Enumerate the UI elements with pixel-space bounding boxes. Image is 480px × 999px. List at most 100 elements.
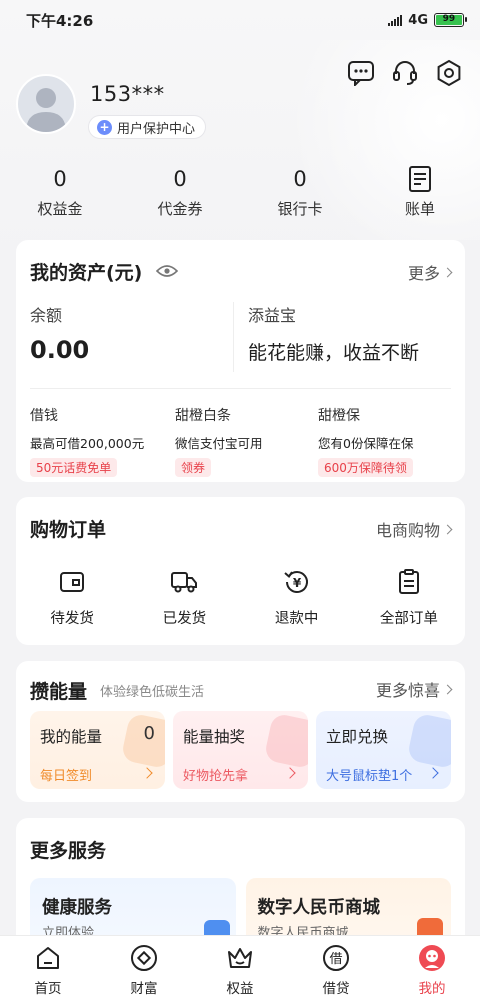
nav-wealth[interactable]: 财富 <box>96 936 192 999</box>
divider <box>30 388 451 389</box>
loan-icon: 借 <box>322 944 350 972</box>
loan-desc: 最高可借200,000元 <box>30 436 145 451</box>
status-time: 下午4:26 <box>26 11 94 30</box>
battery-level: 99 <box>436 15 462 25</box>
ecard-title: 立即兑换 <box>326 728 389 746</box>
signal-icon <box>388 14 403 26</box>
customer-service-icon[interactable] <box>390 58 420 88</box>
nav-mine[interactable]: 我的 <box>384 936 480 999</box>
loan-borrow[interactable]: 借钱 最高可借200,000元 50元话费免单 <box>30 405 163 477</box>
asset-row: 余额 0.00 添益宝 能花能赚，收益不断 <box>30 302 451 372</box>
tianyibao-desc: 能花能赚，收益不断 <box>248 342 420 364</box>
avatar[interactable] <box>16 74 76 134</box>
assets-title: 我的资产(元) <box>30 262 143 284</box>
nav-benefits[interactable]: 权益 <box>192 936 288 999</box>
nav-loan[interactable]: 借 借贷 <box>288 936 384 999</box>
nav-label: 权益 <box>226 981 254 997</box>
redeem-decoration <box>406 712 451 770</box>
truck-icon <box>128 567 240 597</box>
loan-insurance[interactable]: 甜橙保 您有0份保障在保 600万保障待领 <box>308 405 451 477</box>
chevron-right-icon <box>442 524 453 534</box>
order-label: 待发货 <box>50 611 94 627</box>
crown-icon <box>226 944 254 972</box>
energy-more-link[interactable]: 更多惊喜 <box>376 677 453 701</box>
loan-title: 借钱 <box>30 408 58 424</box>
loan-title: 甜橙白条 <box>175 408 231 424</box>
services-title: 更多服务 <box>30 840 107 862</box>
balance-value: 0.00 <box>30 336 90 364</box>
loan-tag: 领券 <box>175 458 212 477</box>
ecommerce-link[interactable]: 电商购物 <box>375 517 453 541</box>
balance-block[interactable]: 余额 0.00 <box>30 302 233 372</box>
refund-icon: ¥ <box>241 567 353 597</box>
eye-icon[interactable] <box>156 261 179 283</box>
shield-icon: + <box>97 119 112 135</box>
status-bar: 下午4:26 4G 99 <box>0 0 480 40</box>
loan-baitiao[interactable]: 甜橙白条 微信支付宝可用 领券 <box>163 405 308 477</box>
message-icon[interactable] <box>346 58 376 88</box>
order-refunding[interactable]: ¥ 退款中 <box>241 567 353 628</box>
svg-text:借: 借 <box>329 952 342 967</box>
orders-more-label: 电商购物 <box>375 521 440 540</box>
summary-vouchers[interactable]: 0 代金券 <box>120 164 240 219</box>
user-protection-center-button[interactable]: + 用户保护中心 <box>88 115 207 139</box>
battery-icon: 99 <box>434 13 467 27</box>
nav-home[interactable]: 首页 <box>0 936 96 999</box>
summary-benefit-gold[interactable]: 0 权益金 <box>0 164 120 219</box>
order-label: 已发货 <box>162 611 207 627</box>
settings-icon[interactable] <box>434 58 464 88</box>
tianyibao-block[interactable]: 添益宝 能花能赚，收益不断 <box>233 302 451 372</box>
assets-more-link[interactable]: 更多 <box>407 260 453 284</box>
summary-bank-cards[interactable]: 0 银行卡 <box>240 164 360 219</box>
my-assets-card: 我的资产(元) 更多 余额 0.00 添益宝 能花能赚，收益不断 借钱 最高可借… <box>16 240 465 482</box>
nav-label: 首页 <box>34 981 62 997</box>
summary-bill[interactable]: 账单 <box>360 164 480 219</box>
assets-more-label: 更多 <box>407 264 440 283</box>
order-label: 全部订单 <box>379 611 438 627</box>
my-energy-card[interactable]: 我的能量 0 每日签到 <box>30 711 165 789</box>
nav-label: 借贷 <box>322 981 350 997</box>
header-actions <box>346 58 464 88</box>
chevron-right-icon <box>284 767 296 779</box>
bottom-navigation: 首页 财富 权益 借 借贷 我的 <box>0 935 480 999</box>
account-summary: 0 权益金 0 代金券 0 银行卡 账单 <box>0 164 480 219</box>
ecard-sub: 大号鼠标垫1个 <box>326 769 413 784</box>
chevron-right-icon <box>141 767 153 779</box>
chevron-right-icon <box>442 684 453 694</box>
energy-value: 0 <box>143 723 155 744</box>
assets-header: 我的资产(元) <box>30 258 179 285</box>
energy-title: 攒能量 <box>30 681 88 703</box>
svg-text:¥: ¥ <box>292 576 301 590</box>
order-status-row: 待发货 已发货 ¥ 退款中 全部订单 <box>16 567 465 628</box>
energy-subtitle: 体验绿色低碳生活 <box>100 685 205 700</box>
order-label: 退款中 <box>274 611 319 627</box>
redeem-now-card[interactable]: 立即兑换 大号鼠标垫1个 <box>316 711 451 789</box>
summary-value: 0 <box>53 167 67 191</box>
order-pending-shipment[interactable]: 待发货 <box>16 567 128 628</box>
chevron-right-icon <box>427 767 439 779</box>
svc-title: 健康服务 <box>42 898 112 918</box>
energy-lottery-card[interactable]: 能量抽奖 好物抢先拿 <box>173 711 308 789</box>
loan-tag: 50元话费免单 <box>30 458 118 477</box>
ecard-sub: 每日签到 <box>40 769 93 784</box>
summary-label: 账单 <box>404 200 435 218</box>
ecard-title: 能量抽奖 <box>183 728 246 746</box>
summary-value: 0 <box>293 167 307 191</box>
phone-number[interactable]: 153*** <box>90 82 165 106</box>
ecard-title: 我的能量 <box>40 728 103 746</box>
order-all[interactable]: 全部订单 <box>353 567 465 628</box>
order-shipped[interactable]: 已发货 <box>128 567 240 628</box>
energy-cards: 我的能量 0 每日签到 能量抽奖 好物抢先拿 立即兑换 大号鼠标垫1个 <box>30 711 451 789</box>
nav-label: 我的 <box>418 981 446 997</box>
order-list-icon <box>353 567 465 597</box>
summary-label: 银行卡 <box>277 200 323 218</box>
loan-title: 甜橙保 <box>318 408 360 424</box>
loan-desc: 微信支付宝可用 <box>175 436 263 451</box>
loan-desc: 您有0份保障在保 <box>318 436 414 451</box>
loan-products: 借钱 最高可借200,000元 50元话费免单 甜橙白条 微信支付宝可用 领券 … <box>30 405 451 477</box>
home-icon <box>34 944 62 972</box>
lottery-decoration <box>263 712 308 770</box>
status-indicators: 4G 99 <box>388 12 467 28</box>
network-type: 4G <box>408 12 428 28</box>
summary-value: 0 <box>173 167 187 191</box>
